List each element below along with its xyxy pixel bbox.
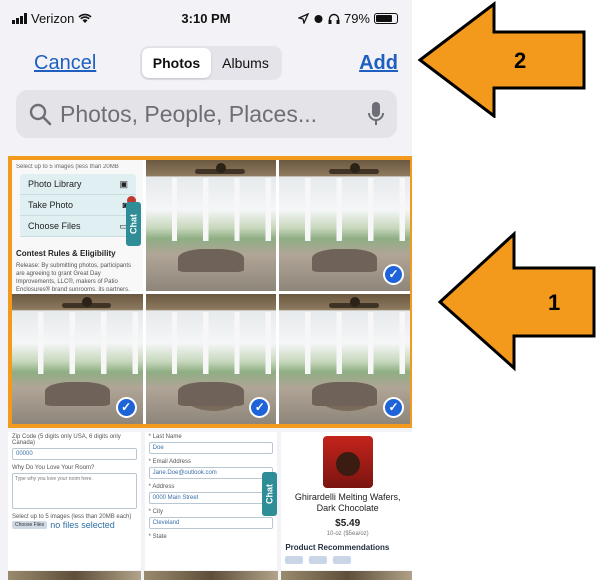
choose-files-button: Choose Files [12,521,48,529]
photo-grid-second-page: Zip Code (5 digits only USA, 6 digits on… [8,432,412,570]
chat-tab: Chat [125,202,141,246]
menu-item-label: Take Photo [28,200,74,210]
picker-nav-bar: Cancel Photos Albums Add [0,44,412,82]
screenshot-product-column[interactable]: Ghirardelli Melting Wafers, Dark Chocola… [281,432,412,570]
product-name: Ghirardelli Melting Wafers, Dark Chocola… [294,492,401,513]
search-placeholder: Photos, People, Places... [60,100,317,127]
status-right-group: 79% [297,11,398,26]
location-icon [297,13,309,24]
photo-tile-partial[interactable] [144,571,278,580]
city-field: Cleveland [148,517,274,529]
tab-photos[interactable]: Photos [142,48,211,78]
recommendation-thumbs [285,556,410,564]
annotation-arrow-2: 2 [414,0,594,120]
upload-hint: Select up to 5 images (less than 20MB [16,164,119,170]
menu-item-label: Choose Files [28,221,81,231]
last-name-label: * Last Name [148,434,182,440]
battery-icon [374,13,398,24]
microphone-icon[interactable] [367,101,385,127]
left-arrow-icon [417,0,586,120]
photo-tile-sunroom[interactable]: ✓ [145,293,277,424]
battery-percent: 79% [343,11,370,26]
recommendation-thumb [309,556,328,564]
photo-library-icon: ▣ [119,178,128,189]
dining-table [184,382,243,411]
last-name-field: Doe [148,442,274,454]
state-label: * State [148,534,167,540]
tab-albums[interactable]: Albums [211,48,280,78]
recommendations-heading: Product Recommendations [285,543,390,552]
recommendation-thumb [285,556,304,564]
photo-grid-third-row [8,571,412,580]
rules-text: Release: By submitting photos, participa… [16,263,132,291]
product-price: $5.49 [335,518,361,529]
ceiling-fan [328,296,379,308]
phone-screen: Verizon 3:10 PM 79% Cancel Photos Albums… [0,0,412,580]
left-arrow-icon [437,230,596,372]
cancel-button[interactable]: Cancel [34,52,96,75]
email-label: * Email Address [148,459,192,465]
search-field[interactable]: Photos, People, Places... [16,90,397,138]
file-chooser-row: Choose Files no files selected [12,520,137,530]
alarm-icon [314,15,323,23]
photo-tile-sunroom[interactable]: ✓ [279,160,410,291]
dining-table [318,382,376,411]
address-field: 0000 Main Street [148,492,274,504]
love-label: Why Do You Love Your Room? [12,465,95,471]
photo-grid: Select up to 5 images (less than 20MB Ph… [8,156,412,428]
photo-tile-partial[interactable] [280,571,412,580]
love-textarea: Type why you love your room here. [12,473,137,509]
annotation-label: 1 [548,290,561,315]
selected-checkmark-icon: ✓ [115,397,137,418]
ceiling-fan [61,296,112,308]
menu-item-photo-library: Photo Library ▣ [20,174,136,195]
photo-tile-sunroom[interactable] [145,160,277,291]
menu-item-take-photo: Take Photo◙ [20,195,136,216]
ceiling-fan [328,163,379,175]
photos-albums-segmented-control: Photos Albums [140,46,282,80]
selected-checkmark-icon: ✓ [383,397,404,418]
upload-source-menu: Photo Library ▣ Take Photo◙ Choose Files▭ [20,174,136,237]
screenshot-form-column[interactable]: Zip Code (5 digits only USA, 6 digits on… [8,432,141,570]
photo-tile-sunroom[interactable]: ✓ [12,293,143,424]
photo-tile-screenshot[interactable]: Select up to 5 images (less than 20MB Ph… [12,160,143,291]
city-label: * City [148,509,163,515]
add-button[interactable]: Add [359,52,398,75]
menu-item-choose-files: Choose Files ▭ [20,216,136,237]
selected-checkmark-icon: ✓ [249,397,271,418]
selected-checkmark-icon: ✓ [383,263,404,285]
annotation-arrow-1: 1 [434,230,600,372]
zip-field: 00000 [12,448,137,460]
menu-item-label: Photo Library [28,179,82,189]
rules-heading: Contest Rules & Eligibility [16,249,116,258]
recommendation-thumb [333,556,352,564]
ceiling-fan [195,163,245,175]
address-label: * Address [148,484,175,490]
headphones-icon [328,13,340,24]
product-image [322,436,373,488]
product-unit-price: 10-oz ($5ea/oz) [326,531,369,537]
screenshot-contact-column[interactable]: * Last Name Doe * Email Address Jane.Doe… [144,432,278,570]
search-icon [29,103,52,126]
chat-tab: Chat [262,472,278,516]
photo-tile-partial[interactable] [8,571,142,580]
email-field: Jane.Doe@outlook.com [148,467,274,479]
zip-label: Zip Code (5 digits only USA, 6 digits on… [12,434,121,446]
status-bar: Verizon 3:10 PM 79% [0,0,412,40]
annotation-label: 2 [514,48,527,73]
photo-tile-sunroom[interactable]: ✓ [279,293,410,424]
no-files-text: no files selected [50,520,115,530]
